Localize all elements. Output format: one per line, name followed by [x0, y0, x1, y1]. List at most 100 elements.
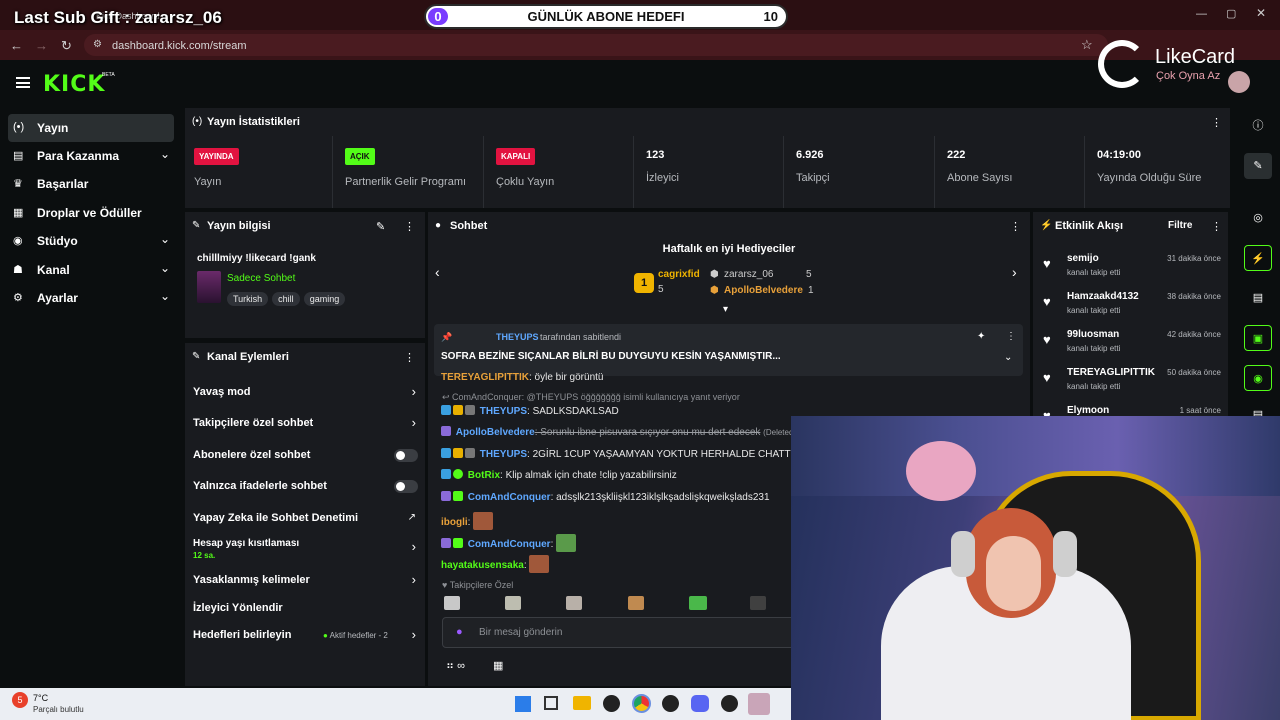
forward-icon[interactable]: →	[35, 38, 48, 53]
unpin-icon[interactable]: ✦	[977, 331, 985, 342]
username[interactable]: ComAndConquer	[468, 492, 551, 503]
kick-logo[interactable]: KICK	[43, 72, 105, 97]
filter-button[interactable]: Filtre	[1168, 220, 1192, 231]
emote[interactable]	[628, 596, 644, 610]
gifter-name[interactable]: zararsz_06	[724, 269, 773, 280]
ai-moderation-row[interactable]: Yapay Zeka ile Sohbet Denetimi ↗	[193, 508, 420, 530]
category-name[interactable]: Sadece Sohbet	[227, 273, 295, 284]
emote-only-toggle[interactable]	[394, 480, 418, 493]
subs-only-toggle[interactable]	[394, 449, 418, 462]
reload-icon[interactable]: ↻	[61, 38, 72, 54]
follower-name[interactable]: semijo	[1067, 253, 1099, 264]
league-of-legends-icon[interactable]	[748, 693, 770, 715]
chat-input[interactable]: ● Bir mesaj gönderin	[442, 617, 802, 648]
broadcast-icon[interactable]: ◉	[1244, 365, 1272, 391]
sidebar-item-studio[interactable]: ◉ Stüdyo ⌄	[8, 227, 174, 255]
edit-icon[interactable]: ✎	[1244, 153, 1272, 179]
avatar[interactable]	[1228, 71, 1250, 93]
gifter-name[interactable]: ApolloBelvedere	[724, 285, 803, 296]
edit-icon[interactable]: ✎	[376, 220, 385, 233]
more-options-icon[interactable]: ⋮	[1010, 220, 1021, 233]
goal-target: 10	[763, 9, 778, 24]
username[interactable]: BotRix	[468, 470, 500, 481]
document-icon[interactable]: ▤	[1244, 285, 1272, 311]
sidebar-item-channel[interactable]: ☗ Kanal ⌄	[8, 256, 174, 284]
file-explorer-icon[interactable]	[573, 696, 591, 710]
slow-mode-row[interactable]: Yavaş mod ›	[193, 382, 420, 404]
follower-name[interactable]: Hamzaakd4132	[1067, 291, 1139, 302]
app-icon[interactable]	[662, 695, 679, 712]
close-icon[interactable]: ✕	[1256, 6, 1266, 20]
username[interactable]: THEYUPS	[480, 449, 527, 460]
chrome-icon[interactable]	[632, 694, 651, 713]
windows-start-icon[interactable]	[515, 696, 531, 712]
lightning-icon[interactable]: ⚡	[1244, 245, 1272, 271]
more-options-icon[interactable]: ⋮	[404, 351, 415, 364]
follower-name[interactable]: Elymoon	[1067, 405, 1109, 416]
expand-icon[interactable]: ▾	[723, 304, 728, 315]
more-options-icon[interactable]: ⋮	[1006, 331, 1016, 342]
task-view-icon[interactable]	[544, 696, 558, 710]
microphone-icon[interactable]: ●	[456, 626, 463, 638]
emote[interactable]	[689, 596, 707, 610]
bookmark-star-icon[interactable]: ☆	[1081, 37, 1093, 53]
chevron-right-icon[interactable]: ›	[1012, 264, 1017, 280]
banned-words-row[interactable]: Yasaklanmış kelimeler ›	[193, 570, 420, 592]
obs-icon[interactable]	[603, 695, 620, 712]
sidebar-item-stream[interactable]: (•) Yayın	[8, 114, 174, 142]
more-options-icon[interactable]: ⋮	[1211, 220, 1222, 233]
stream-info-panel: ✎ Yayın bilgisi ✎ ⋮ chilllmiyy !likecard…	[185, 212, 425, 338]
more-options-icon[interactable]: ⋮	[1211, 116, 1222, 129]
emote[interactable]	[566, 596, 582, 610]
maximize-icon[interactable]: ▢	[1226, 7, 1236, 20]
sidebar-item-drops[interactable]: ▦ Droplar ve Ödüller	[8, 199, 174, 227]
weather-badge[interactable]: 5	[12, 692, 28, 708]
sidebar-item-settings[interactable]: ⚙ Ayarlar ⌄	[8, 284, 174, 312]
tag[interactable]: chill	[272, 292, 300, 306]
sidebar-item-label: Başarılar	[37, 177, 89, 191]
activity-time: 38 dakika önce	[1167, 292, 1221, 301]
emote[interactable]	[750, 596, 766, 610]
username[interactable]: ApolloBelvedere	[456, 427, 535, 438]
gifter-name[interactable]: cagrixfid	[658, 269, 700, 280]
raid-row[interactable]: İzleyici Yönlendir	[193, 598, 420, 620]
minimize-icon[interactable]: —	[1196, 8, 1207, 20]
username[interactable]: hayatakusensaka	[441, 560, 524, 571]
username[interactable]: ComAndConquer	[468, 539, 551, 550]
more-options-icon[interactable]: ⋮	[404, 220, 415, 233]
pinned-by-user[interactable]: THEYUPS	[496, 332, 539, 342]
username[interactable]: TEREYAGLIPITTIK	[441, 372, 529, 383]
tag[interactable]: Turkish	[227, 292, 269, 306]
follower-name[interactable]: TEREYAGLIPITTIK	[1067, 367, 1155, 378]
category-thumbnail[interactable]	[197, 271, 221, 303]
sidebar-item-monetization[interactable]: ▤ Para Kazanma ⌄	[8, 142, 174, 170]
stat-multistream: KAPALI Çoklu Yayın	[483, 136, 633, 208]
app-icon[interactable]	[721, 695, 738, 712]
follower-name[interactable]: 99luosman	[1067, 329, 1119, 340]
menu-icon[interactable]	[16, 77, 30, 88]
store-icon[interactable]: ▦	[493, 659, 503, 672]
followers-only-row[interactable]: Takipçilere özel sohbet ›	[193, 413, 420, 435]
goals-row[interactable]: Hedefleri belirleyin ● Aktif hedefler - …	[193, 625, 420, 647]
chevron-down-icon[interactable]: ⌄	[1004, 352, 1012, 363]
more-icon[interactable]: ▤	[1244, 402, 1272, 416]
site-info-icon[interactable]: ⚙	[93, 39, 102, 50]
emote[interactable]	[444, 596, 460, 610]
chat-icon[interactable]: ▣	[1244, 325, 1272, 351]
camera-icon[interactable]: ◎	[1244, 205, 1272, 231]
emote	[473, 512, 494, 530]
discord-icon[interactable]	[691, 695, 709, 712]
chevron-left-icon[interactable]: ‹	[435, 264, 440, 280]
sidebar-item-achievements[interactable]: ♛ Başarılar	[8, 170, 174, 198]
chat-tools-icon[interactable]: ⠶ ∞	[446, 659, 465, 672]
chevron-down-icon: ⌄	[159, 147, 170, 161]
rank-badge: 1	[634, 273, 654, 293]
back-icon[interactable]: ←	[10, 38, 23, 53]
chevron-right-icon: ›	[411, 539, 416, 554]
tag[interactable]: gaming	[303, 292, 346, 306]
emote[interactable]	[505, 596, 521, 610]
info-icon[interactable]: ⓘ	[1244, 113, 1272, 139]
username[interactable]: THEYUPS	[480, 406, 527, 417]
username[interactable]: ibogli	[441, 517, 468, 528]
account-age-row[interactable]: Hesap yaşı kısıtlaması 12 sa. ›	[193, 536, 420, 564]
